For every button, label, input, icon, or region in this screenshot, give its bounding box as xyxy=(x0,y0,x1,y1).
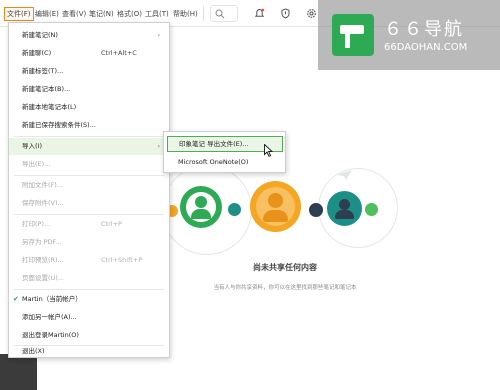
chevron-right-icon: › xyxy=(157,32,160,39)
menu-file[interactable]: 文件(F) xyxy=(4,7,34,21)
watermark: ６６导航 66DAOHAN.COM xyxy=(318,0,500,70)
menu-item-label: 退出登录Martin(O) xyxy=(22,331,79,339)
menu-item-label: 导出(E)... xyxy=(22,160,51,168)
menu-item-label: 新建笔记(N) xyxy=(22,31,58,39)
menu-item-label: Martin（当前帐户） xyxy=(22,295,82,303)
menu-item-import[interactable]: 导入(I) › xyxy=(9,138,169,155)
menu-item-new-notebook[interactable]: 新建笔记本(B)... xyxy=(9,81,169,98)
avatar-green xyxy=(180,186,222,228)
menu-item-add-account[interactable]: 添加另一帐户(A)... xyxy=(9,309,169,326)
paper-plane-icon xyxy=(336,170,352,180)
empty-state-title: 尚未共享任何内容 xyxy=(253,263,317,272)
shield-icon[interactable] xyxy=(279,7,292,20)
menu-item-label: 新建标签(T)... xyxy=(22,67,64,75)
dot xyxy=(365,203,378,216)
chevron-right-icon: › xyxy=(157,143,160,150)
menu-item-exit[interactable]: 退出(X) xyxy=(9,343,169,360)
menu-item-label: 打印(P)... xyxy=(22,220,51,228)
menu-view[interactable]: 查看(V) xyxy=(60,7,88,21)
shortcut-label: Ctrl+Shift+P xyxy=(101,256,143,264)
menu-edit[interactable]: 编辑(E) xyxy=(33,7,61,21)
menu-format[interactable]: 格式(O) xyxy=(115,7,144,21)
menu-item-new-saved-search[interactable]: 新建已保存搜索条件(S)... xyxy=(9,117,169,134)
dot xyxy=(309,203,323,217)
menu-item-new-chat[interactable]: 新建聊(C) Ctrl+Alt+C xyxy=(9,45,169,62)
file-menu: 新建笔记(N) › 新建聊(C) Ctrl+Alt+C 新建标签(T)... 新… xyxy=(8,22,170,358)
gear-icon[interactable] xyxy=(305,7,318,20)
menu-item-save-attachment[interactable]: 保存附件(V)... xyxy=(9,195,169,212)
menu-item-label: 添加另一帐户(A)... xyxy=(22,313,77,321)
search-icon xyxy=(215,9,225,19)
menu-item-label: 新建已保存搜索条件(S)... xyxy=(22,121,96,129)
watermark-subtitle: 66DAOHAN.COM xyxy=(384,42,468,53)
menu-item-print-preview[interactable]: 打印预览(R)... Ctrl+Shift+P xyxy=(9,252,169,269)
divider xyxy=(203,6,204,21)
menu-item-attach-file[interactable]: 附加文件(F)... xyxy=(9,177,169,194)
menu-item-label: 附加文件(F)... xyxy=(22,181,64,189)
menu-item-label: 保存附件(V)... xyxy=(22,199,64,207)
menu-tools[interactable]: 工具(T) xyxy=(143,7,171,21)
menu-item-page-setup[interactable]: 页面设置(U)... xyxy=(9,270,169,287)
menu-item-current-account[interactable]: ✔ Martin（当前帐户） xyxy=(9,291,169,308)
dot xyxy=(228,203,241,216)
watermark-logo-icon xyxy=(332,14,374,56)
menu-item-label: 另存为 PDF... xyxy=(22,238,62,246)
menu-separator xyxy=(14,175,164,176)
menu-item-label: 退出(X) xyxy=(22,347,45,355)
avatar-teal xyxy=(327,191,362,226)
menu-item-label: 新建笔记本(B)... xyxy=(22,85,71,93)
menu-item-label: 打印预览(R)... xyxy=(22,256,64,264)
shortcut-label: Ctrl+Alt+C xyxy=(101,49,137,57)
menu-item-new-local-notebook[interactable]: 新建本地笔记本(L) xyxy=(9,99,169,116)
menu-separator xyxy=(14,214,164,215)
search-input[interactable] xyxy=(210,5,238,22)
mouse-cursor-icon xyxy=(264,144,273,157)
menu-item-label: 导入(I) xyxy=(22,142,42,150)
watermark-title: ６６导航 xyxy=(384,19,464,40)
menu-item-save-as-pdf[interactable]: 另存为 PDF... xyxy=(9,234,169,251)
menu-item-new-tag[interactable]: 新建标签(T)... xyxy=(9,63,169,80)
empty-state-description: 当有人与你共享资料，你可以在这里找到那些笔记和笔记本 xyxy=(213,285,357,291)
menu-note[interactable]: 笔记(N) xyxy=(87,7,116,21)
shortcut-label: Ctrl+P xyxy=(101,220,122,228)
menu-item-export[interactable]: 导出(E)... xyxy=(9,156,169,173)
menu-item-label: 新建聊(C) xyxy=(22,49,52,57)
menu-item-label: 新建本地笔记本(L) xyxy=(22,103,77,111)
avatar-orange xyxy=(250,181,301,232)
menu-item-sign-out[interactable]: 退出登录Martin(O) xyxy=(9,327,169,344)
menu-item-new-note[interactable]: 新建笔记(N) › xyxy=(9,27,169,44)
menu-item-label: 页面设置(U)... xyxy=(22,274,65,282)
menu-separator xyxy=(14,289,164,290)
menu-separator xyxy=(14,136,164,137)
menu-item-print[interactable]: 打印(P)... Ctrl+P xyxy=(9,216,169,233)
menu-help[interactable]: 帮助(H) xyxy=(171,7,200,21)
bell-icon[interactable] xyxy=(253,7,266,20)
check-icon: ✔ xyxy=(13,295,19,303)
